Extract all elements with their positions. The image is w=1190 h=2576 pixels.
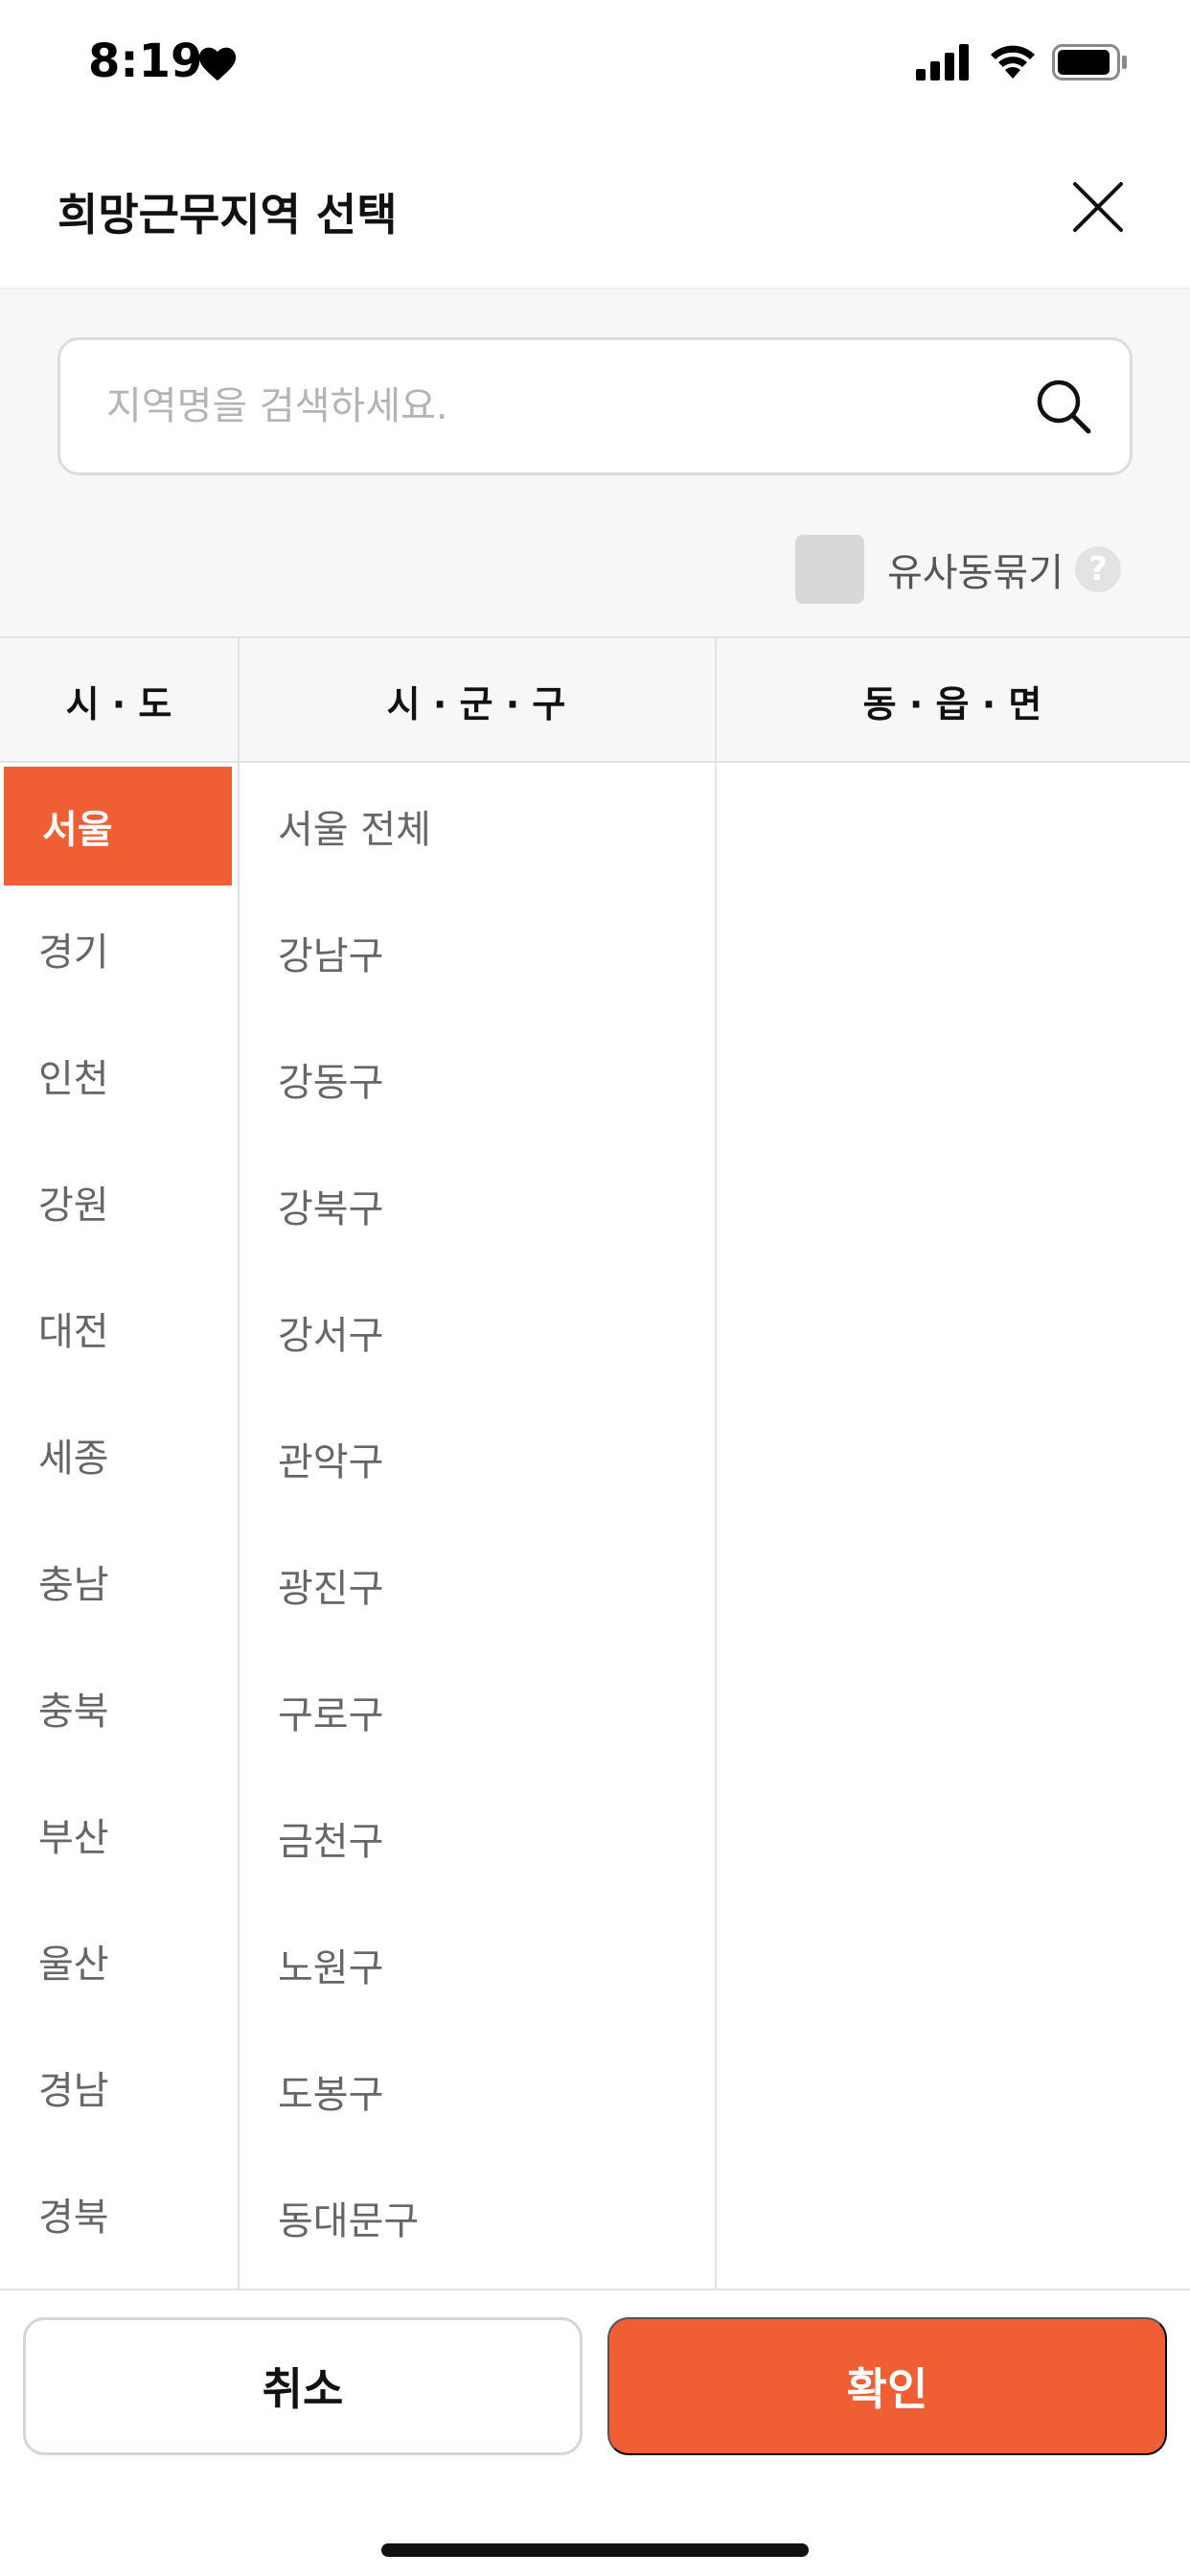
sido-item[interactable]: 부산 xyxy=(0,1771,238,1898)
search-icon[interactable] xyxy=(1034,377,1093,436)
column-headers: 시 · 도 시 · 군 · 구 동 · 읍 · 면 xyxy=(0,636,1190,763)
sido-item[interactable]: 충북 xyxy=(0,1644,238,1771)
sido-item[interactable]: 충남 xyxy=(0,1518,238,1644)
wifi-icon xyxy=(991,45,1035,79)
sigungu-item[interactable]: 광진구 xyxy=(240,1522,715,1648)
sigungu-item[interactable]: 강동구 xyxy=(240,1016,715,1142)
sido-item[interactable]: 인천 xyxy=(0,1012,238,1138)
sigungu-item[interactable]: 도봉구 xyxy=(240,2028,715,2154)
column-header-dong: 동 · 읍 · 면 xyxy=(862,682,1042,725)
sido-item[interactable]: 경기 xyxy=(0,886,238,1012)
merge-similar-dong-checkbox[interactable] xyxy=(795,535,864,604)
confirm-button[interactable]: 확인 xyxy=(607,2317,1167,2455)
battery-icon xyxy=(1052,44,1127,80)
sigungu-item[interactable]: 노원구 xyxy=(240,1901,715,2028)
status-time: 8:19 xyxy=(88,34,203,88)
close-icon[interactable] xyxy=(1071,180,1125,234)
sigungu-item[interactable]: 구로구 xyxy=(240,1648,715,1775)
footer-actions: 취소 확인 xyxy=(0,2288,1190,2576)
sido-item[interactable]: 울산 xyxy=(0,1898,238,2024)
help-icon[interactable]: ? xyxy=(1075,546,1121,592)
heart-icon xyxy=(198,47,237,81)
sigungu-item[interactable]: 관악구 xyxy=(240,1395,715,1522)
sido-list: 서울 경기 인천 강원 대전 세종 충남 충북 부산 울산 경남 경북 xyxy=(0,763,238,2277)
cellular-signal-icon xyxy=(916,44,969,80)
sigungu-item[interactable]: 강서구 xyxy=(240,1269,715,1395)
sido-item-seoul[interactable]: 서울 xyxy=(4,767,232,886)
cancel-button[interactable]: 취소 xyxy=(23,2317,583,2455)
column-divider xyxy=(715,636,717,2290)
sido-item[interactable]: 강원 xyxy=(0,1138,238,1265)
column-header-sigungu: 시 · 군 · 구 xyxy=(386,682,566,725)
modal-header: 희망근무지역 선택 xyxy=(0,153,1190,288)
search-box[interactable] xyxy=(57,337,1133,475)
search-section: 유사동묶기 ? xyxy=(0,288,1190,636)
sigungu-item-all[interactable]: 서울 전체 xyxy=(240,763,715,889)
merge-similar-dong-label: 유사동묶기 xyxy=(887,551,1064,595)
search-input[interactable] xyxy=(106,340,1026,472)
sido-item[interactable]: 경북 xyxy=(0,2150,238,2277)
sigungu-item[interactable]: 동대문구 xyxy=(240,2154,715,2281)
status-bar: 8:19 xyxy=(0,0,1190,129)
sigungu-item[interactable]: 금천구 xyxy=(240,1775,715,1901)
page-title: 희망근무지역 선택 xyxy=(57,189,398,241)
sigungu-item[interactable]: 강북구 xyxy=(240,1142,715,1269)
sido-item[interactable]: 경남 xyxy=(0,2024,238,2150)
sido-item[interactable]: 대전 xyxy=(0,1265,238,1392)
home-indicator xyxy=(381,2543,809,2557)
column-header-sido: 시 · 도 xyxy=(65,682,172,725)
sido-item[interactable]: 세종 xyxy=(0,1392,238,1518)
sigungu-list: 서울 전체 강남구 강동구 강북구 강서구 관악구 광진구 구로구 금천구 노원… xyxy=(240,763,715,2281)
merge-similar-dong-option: 유사동묶기 ? xyxy=(795,535,1121,604)
sigungu-item[interactable]: 강남구 xyxy=(240,889,715,1016)
